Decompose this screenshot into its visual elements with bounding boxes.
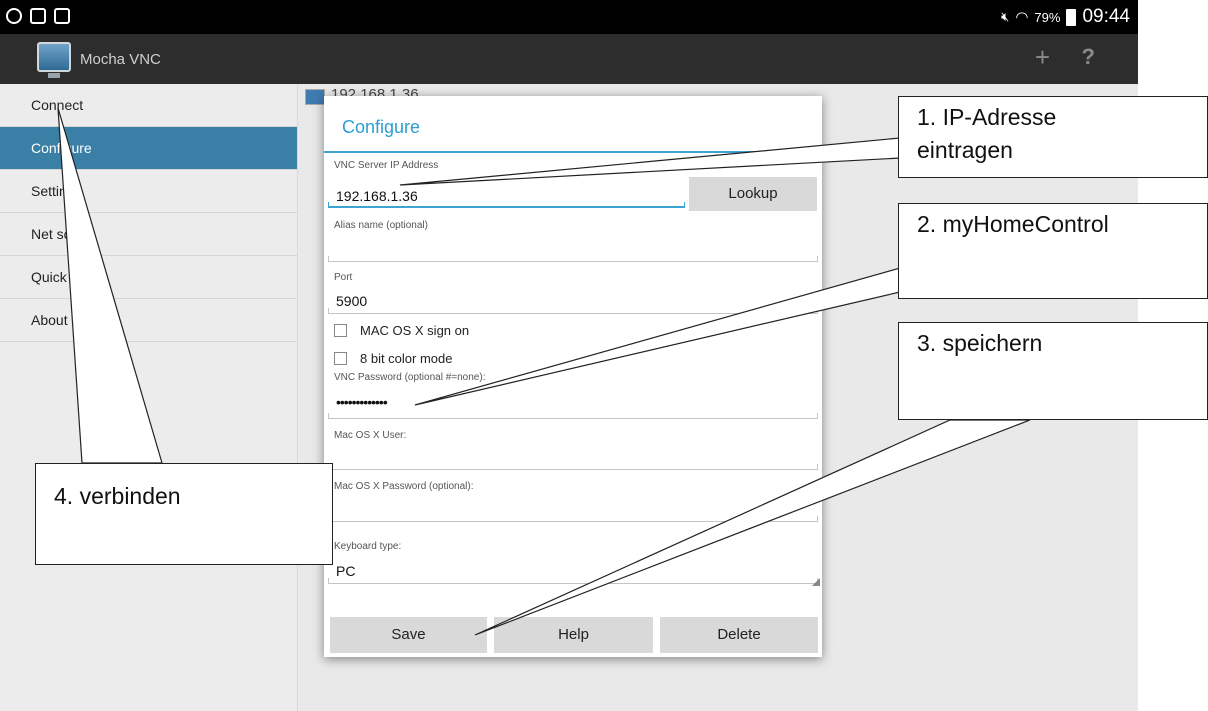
action-bar: Mocha VNC + ? <box>0 34 1138 84</box>
sidebar: Connect Configure Settings Net scans Qui… <box>0 84 298 711</box>
bit8-checkbox[interactable] <box>334 352 347 365</box>
bit8-row[interactable]: 8 bit color mode <box>334 351 453 366</box>
callout-step1-line2: eintragen <box>917 137 1013 163</box>
add-button[interactable]: + <box>1035 42 1050 72</box>
mac-sign-on-label: MAC OS X sign on <box>360 323 470 338</box>
sidebar-item-net-scans[interactable]: Net scans <box>0 213 297 256</box>
callout-step4: 4. verbinden <box>35 463 333 565</box>
mac-password-label: Mac OS X Password (optional): <box>334 481 474 492</box>
monitor-icon <box>305 89 325 105</box>
callout-step1-line1: 1. IP-Adresse <box>917 104 1057 130</box>
help-dialog-button[interactable]: Help <box>494 617 653 653</box>
title-divider <box>324 151 822 153</box>
alias-field-underline <box>328 256 818 262</box>
mac-user-label: Mac OS X User: <box>334 430 407 441</box>
delete-button[interactable]: Delete <box>660 617 818 653</box>
callout-step4-text: 4. verbinden <box>54 483 181 509</box>
sidebar-item-settings[interactable]: Settings <box>0 170 297 213</box>
sidebar-item-quick-scroll[interactable]: Quick scroll <box>0 256 297 299</box>
mac-sign-on-row[interactable]: MAC OS X sign on <box>334 323 469 338</box>
callout-step1: 1. IP-Adresse eintragen <box>898 96 1208 178</box>
bag-icon <box>54 8 70 24</box>
lookup-button[interactable]: Lookup <box>689 177 817 211</box>
system-icons: 🔇︎ ◠ 79% 09:44 <box>1001 6 1130 28</box>
sidebar-item-configure[interactable]: Configure <box>0 127 297 170</box>
wifi-icon: ◠ <box>1015 9 1029 26</box>
mac-user-underline <box>328 464 818 470</box>
battery-icon <box>1066 8 1077 26</box>
port-label: Port <box>334 272 353 283</box>
help-button[interactable]: ? <box>1082 42 1095 72</box>
keyboard-select[interactable]: PC <box>336 563 355 579</box>
callout-step2: 2. myHomeControl <box>898 203 1208 299</box>
bit8-label: 8 bit color mode <box>360 351 453 366</box>
port-field[interactable]: 5900 <box>336 293 367 309</box>
configure-dialog: Configure VNC Server IP Address 192.168.… <box>324 96 822 657</box>
callout-step3-text: 3. speichern <box>917 330 1043 356</box>
mac-sign-on-checkbox[interactable] <box>334 324 347 337</box>
vnc-password-label: VNC Password (optional #=none): <box>334 372 486 383</box>
notification-icons <box>6 8 70 24</box>
ip-label: VNC Server IP Address <box>334 160 439 171</box>
dropdown-corner-icon <box>812 578 820 586</box>
status-bar: 🔇︎ ◠ 79% 09:44 <box>0 0 1138 34</box>
alias-label: Alias name (optional) <box>334 220 428 231</box>
callout-step3: 3. speichern <box>898 322 1208 420</box>
app-title: Mocha VNC <box>80 51 161 68</box>
callout-step2-text: 2. myHomeControl <box>917 211 1109 237</box>
sidebar-item-about[interactable]: About <box>0 299 297 342</box>
mute-icon: 🔇︎ <box>1001 9 1010 24</box>
battery-percent: 79% <box>1034 9 1061 25</box>
app-logo-icon <box>37 42 71 78</box>
vnc-password-field[interactable]: ••••••••••••• <box>336 394 388 410</box>
dialog-title: Configure <box>342 117 421 137</box>
vnc-password-underline <box>328 413 818 419</box>
save-button[interactable]: Save <box>330 617 487 653</box>
keyboard-underline <box>328 578 818 584</box>
keyboard-label: Keyboard type: <box>334 541 402 552</box>
whatsapp-icon <box>6 8 22 24</box>
port-field-underline <box>328 308 818 314</box>
clock: 09:44 <box>1082 6 1130 27</box>
ip-field-underline <box>328 202 685 208</box>
image-icon <box>30 8 46 24</box>
sidebar-item-connect[interactable]: Connect <box>0 84 297 127</box>
mac-password-underline <box>328 516 818 522</box>
